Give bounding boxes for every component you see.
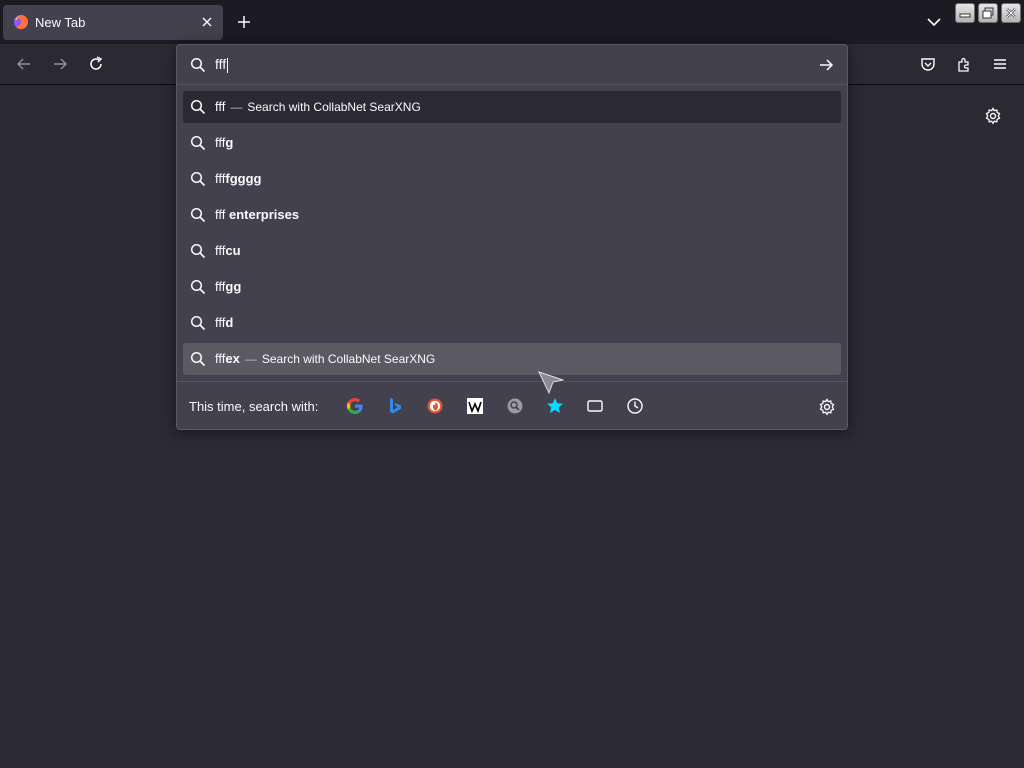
result-prefix: fff <box>215 351 226 366</box>
close-window-icon <box>1006 8 1016 18</box>
urlbar-popup: fff fff — Search with CollabNet SearXNG fff… <box>176 44 848 430</box>
history-icon[interactable] <box>625 396 645 416</box>
search-icon <box>190 351 206 367</box>
result-text: fff enterprises <box>215 207 309 222</box>
result-text: fffex — Search with CollabNet SearXNG <box>215 351 435 366</box>
firefox-icon <box>14 15 29 30</box>
result-row[interactable]: fffg <box>183 127 841 159</box>
urlbar-input[interactable]: fff <box>215 56 775 76</box>
result-suggestion: enterprises <box>228 207 300 222</box>
minimize-button[interactable] <box>955 3 975 23</box>
result-action: Search with CollabNet SearXNG <box>261 352 436 366</box>
search-icon <box>190 279 206 295</box>
result-prefix: fff <box>215 171 226 186</box>
result-prefix: fff <box>215 315 226 330</box>
one-off-search-bar: This time, search with: <box>177 381 847 429</box>
result-text: fffgg <box>215 279 251 294</box>
search-icon <box>190 99 206 115</box>
result-action: Search with CollabNet SearXNG <box>247 100 421 114</box>
forward-icon[interactable] <box>52 56 68 72</box>
bing-icon[interactable] <box>385 396 405 416</box>
restore-button[interactable] <box>978 3 998 23</box>
result-suggestion: d <box>225 315 234 330</box>
result-row[interactable]: ffffgggg <box>183 163 841 195</box>
menu-icon[interactable] <box>992 56 1008 72</box>
chevron-down-icon[interactable] <box>926 14 942 30</box>
result-text: fffg <box>215 135 243 150</box>
search-icon <box>190 171 206 187</box>
tab-title: New Tab <box>35 15 86 30</box>
tabs-icon[interactable] <box>585 396 605 416</box>
search-icon <box>190 315 206 331</box>
extensions-icon[interactable] <box>956 56 972 72</box>
go-arrow-icon[interactable] <box>818 57 834 73</box>
result-suggestion: g <box>225 135 234 150</box>
result-suggestion: ex <box>225 351 240 366</box>
mouse-cursor-icon <box>538 371 564 395</box>
gear-icon[interactable] <box>984 107 1002 125</box>
text-caret <box>227 57 229 73</box>
result-prefix: fff <box>215 207 229 222</box>
searxng-icon[interactable] <box>505 396 525 416</box>
result-row[interactable]: fffex — Search with CollabNet SearXNG <box>183 343 841 375</box>
result-row[interactable]: fffd <box>183 307 841 339</box>
result-text: fffd <box>215 315 243 330</box>
result-separator: — <box>244 352 257 366</box>
result-suggestion: fgggg <box>225 171 262 186</box>
restore-icon <box>982 7 994 19</box>
result-row[interactable]: fffcu <box>183 235 841 267</box>
pocket-icon[interactable] <box>920 56 936 72</box>
result-suggestion: gg <box>225 279 242 294</box>
back-icon[interactable] <box>16 56 32 72</box>
one-off-label: This time, search with: <box>189 399 319 414</box>
result-prefix: fff <box>215 99 226 114</box>
result-row[interactable]: fffgg <box>183 271 841 303</box>
tab-new-tab[interactable]: New Tab <box>3 5 223 40</box>
results-list: fff — Search with CollabNet SearXNG fffg fff… <box>183 91 841 379</box>
tab-strip: New Tab <box>0 0 1024 44</box>
result-prefix: fff <box>215 279 226 294</box>
result-text: fffcu <box>215 243 251 258</box>
result-prefix: fff <box>215 243 226 258</box>
duckduckgo-icon[interactable] <box>425 396 445 416</box>
bookmarks-icon[interactable] <box>545 396 565 416</box>
google-icon[interactable] <box>345 396 365 416</box>
search-icon <box>190 135 206 151</box>
minimize-icon <box>959 13 971 18</box>
plus-icon[interactable] <box>236 14 252 30</box>
close-icon[interactable] <box>199 14 215 30</box>
result-suggestion: cu <box>225 243 241 258</box>
urlbar-input-text: fff <box>215 56 227 72</box>
result-separator: — <box>230 100 243 114</box>
result-text: ffffgggg <box>215 171 271 186</box>
result-text: fff — Search with CollabNet SearXNG <box>215 99 421 114</box>
urlbar[interactable]: fff <box>177 45 847 85</box>
result-prefix: fff <box>215 135 226 150</box>
result-row[interactable]: fff — Search with CollabNet SearXNG <box>183 91 841 123</box>
search-icon <box>190 57 206 73</box>
wikipedia-icon[interactable] <box>465 396 485 416</box>
close-window-button[interactable] <box>1001 3 1021 23</box>
reload-icon[interactable] <box>88 56 104 72</box>
result-row[interactable]: fff enterprises <box>183 199 841 231</box>
search-icon <box>190 207 206 223</box>
search-icon <box>190 243 206 259</box>
search-settings-icon[interactable] <box>818 398 836 416</box>
